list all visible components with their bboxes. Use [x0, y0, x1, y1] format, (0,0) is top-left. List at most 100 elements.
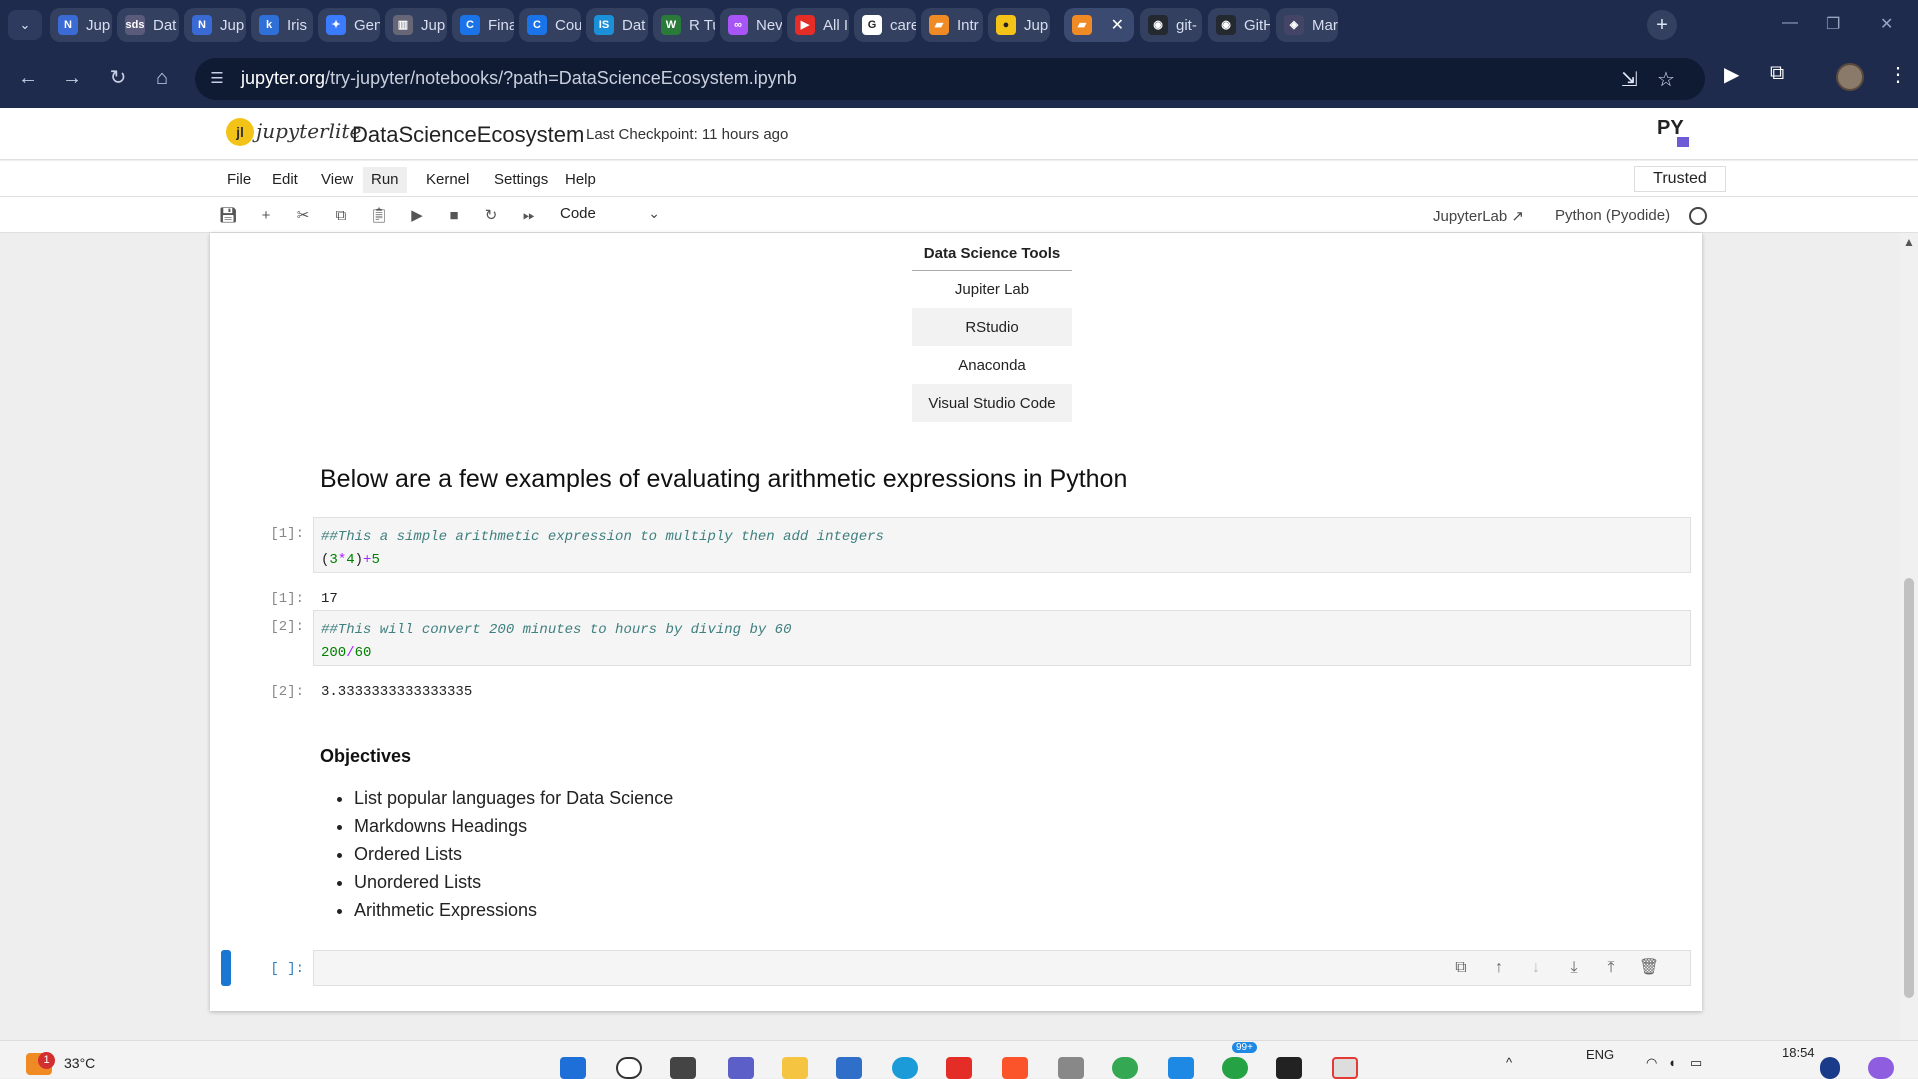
tray-chevron-icon[interactable]: ^	[1506, 1055, 1512, 1070]
restart-icon[interactable]: ↻	[480, 205, 502, 227]
browser-tab[interactable]: IS Dat	[586, 8, 648, 42]
extensions-icon[interactable]: ⧉	[1770, 62, 1784, 85]
menu-file[interactable]: File	[219, 167, 259, 193]
menu-settings[interactable]: Settings	[486, 167, 556, 193]
terminal-icon[interactable]	[1276, 1057, 1302, 1079]
code-cell[interactable]: ##This a simple arithmetic expression to…	[313, 517, 1691, 573]
bookmark-star-icon[interactable]: ☆	[1657, 67, 1675, 92]
cell-output: 17	[321, 591, 338, 607]
interrupt-icon[interactable]: ■	[443, 205, 465, 227]
vertical-scrollbar[interactable]: ▲	[1900, 233, 1918, 1041]
browser-tab[interactable]: k Iris	[251, 8, 313, 42]
browser-tab[interactable]: C Fina	[452, 8, 514, 42]
insert-cell-icon[interactable]: +	[255, 205, 277, 227]
browser-tab[interactable]: ▰ Intr	[921, 8, 983, 42]
menu-view[interactable]: View	[313, 167, 361, 193]
scrollbar-thumb[interactable]	[1904, 578, 1914, 998]
chrome-icon[interactable]	[1112, 1057, 1138, 1079]
copy-icon[interactable]: ⧉	[330, 205, 352, 227]
reload-icon[interactable]: ↻	[102, 62, 134, 94]
url-path: /try-jupyter/notebooks/?path=DataScience…	[325, 68, 797, 88]
code-cell[interactable]: ##This will convert 200 minutes to hours…	[313, 610, 1691, 666]
wifi-icon[interactable]: ◠	[1646, 1055, 1657, 1071]
notifications-icon[interactable]	[1820, 1057, 1840, 1079]
start-icon[interactable]	[560, 1057, 586, 1079]
browser-tab[interactable]: Gcare	[854, 8, 916, 42]
menu-edit[interactable]: Edit	[264, 167, 306, 193]
youtube-icon[interactable]	[946, 1057, 972, 1079]
browser-tab[interactable]: ◉ GitH	[1208, 8, 1270, 42]
browser-tab[interactable]: ● Jup	[988, 8, 1050, 42]
tab-search-button[interactable]: ⌄	[8, 10, 42, 40]
insert-below-icon[interactable]: ⤓	[1563, 957, 1585, 979]
weather-temp[interactable]: 33°C	[64, 1055, 95, 1071]
empty-code-cell[interactable]: ⧉ ↑ ↓ ⤓ ⤒ 🗑︎	[313, 950, 1691, 986]
browser-tab[interactable]: sds Dat	[117, 8, 179, 42]
browser-tab[interactable]: C Cou	[519, 8, 581, 42]
delete-cell-icon[interactable]: 🗑︎	[1638, 957, 1660, 979]
task-view-icon[interactable]	[670, 1057, 696, 1079]
whatsapp-icon[interactable]	[1222, 1057, 1248, 1079]
brave-icon[interactable]	[1002, 1057, 1028, 1079]
browser-tab[interactable]: ✦ Gen	[318, 8, 380, 42]
profile-avatar[interactable]	[1836, 63, 1864, 91]
paste-icon[interactable]: 📋︎	[368, 205, 390, 227]
app-icon[interactable]	[1058, 1057, 1084, 1079]
duplicate-cell-icon[interactable]: ⧉	[1450, 957, 1472, 979]
minimize-icon[interactable]: —	[1782, 14, 1798, 32]
kernel-name[interactable]: Python (Pyodide)	[1555, 207, 1670, 224]
store-icon[interactable]	[836, 1057, 862, 1079]
output-prompt: [2]:	[270, 684, 304, 700]
menu-kernel[interactable]: Kernel	[418, 167, 477, 193]
browser-tab[interactable]: N Jup	[50, 8, 112, 42]
site-info-icon[interactable]: ☰	[205, 67, 229, 91]
tab-label: Jup	[421, 16, 446, 34]
run-icon[interactable]: ▶	[406, 205, 428, 227]
volume-icon[interactable]: ◖	[1668, 1055, 1676, 1070]
scroll-up-icon[interactable]: ▲	[1903, 235, 1915, 249]
browser-tab[interactable]: ◈ Mar	[1276, 8, 1338, 42]
battery-icon[interactable]: ▭	[1690, 1055, 1702, 1071]
snipping-tool-icon[interactable]	[1332, 1057, 1358, 1079]
close-window-icon[interactable]: ✕	[1880, 14, 1893, 34]
media-icon[interactable]: ▶	[1724, 62, 1739, 87]
cell-type-select[interactable]: Code ⌄	[560, 205, 660, 227]
browser-tab[interactable]: W R Tu	[653, 8, 715, 42]
teams-icon[interactable]	[728, 1057, 754, 1079]
browser-tab[interactable]: ∞ Nev	[720, 8, 782, 42]
edge-icon[interactable]	[892, 1057, 918, 1079]
browser-tab[interactable]: N Jup	[184, 8, 246, 42]
back-icon[interactable]: ←	[12, 62, 44, 94]
close-tab-icon[interactable]: ✕	[1111, 15, 1124, 35]
move-up-icon[interactable]: ↑	[1488, 957, 1510, 979]
cut-icon[interactable]: ✂	[292, 205, 314, 227]
home-icon[interactable]: ⌂	[146, 62, 178, 94]
new-tab-button[interactable]: +	[1647, 10, 1677, 40]
open-jupyterlab-link[interactable]: JupyterLab ↗	[1433, 207, 1524, 225]
browser-tab[interactable]: ◉ git-	[1140, 8, 1202, 42]
notification-badge: 1	[38, 1052, 55, 1069]
url-text[interactable]: jupyter.org/try-jupyter/notebooks/?path=…	[241, 68, 797, 89]
language-indicator[interactable]: ENG	[1586, 1047, 1614, 1062]
menu-help[interactable]: Help	[557, 167, 604, 193]
move-down-icon[interactable]: ↓	[1525, 957, 1547, 979]
browser-tab[interactable]: ▶ All I	[787, 8, 849, 42]
clock-time[interactable]: 18:54	[1782, 1045, 1815, 1060]
browser-tab[interactable]: ▥ Jup	[385, 8, 447, 42]
browser-tab[interactable]: ▰ ✕	[1064, 8, 1134, 42]
file-explorer-icon[interactable]	[782, 1057, 808, 1079]
install-app-icon[interactable]: ⇲	[1621, 67, 1638, 92]
save-icon[interactable]: 💾︎	[217, 205, 239, 227]
copilot-icon[interactable]	[1868, 1057, 1894, 1079]
address-bar[interactable]: ☰ jupyter.org/try-jupyter/notebooks/?pat…	[195, 58, 1705, 100]
notebook-title[interactable]: DataScienceEcosystem	[352, 122, 584, 148]
restore-icon[interactable]: ❐	[1826, 14, 1840, 34]
menu-run[interactable]: Run	[363, 167, 407, 193]
browser-menu-icon[interactable]: ⋮	[1888, 62, 1908, 87]
insert-above-icon[interactable]: ⤒	[1600, 957, 1622, 979]
vscode-icon[interactable]	[1168, 1057, 1194, 1079]
trusted-indicator[interactable]: Trusted	[1634, 166, 1726, 192]
search-icon[interactable]	[616, 1057, 642, 1079]
run-all-icon[interactable]: ⏩︎	[518, 205, 540, 227]
forward-icon[interactable]: →	[56, 62, 88, 94]
